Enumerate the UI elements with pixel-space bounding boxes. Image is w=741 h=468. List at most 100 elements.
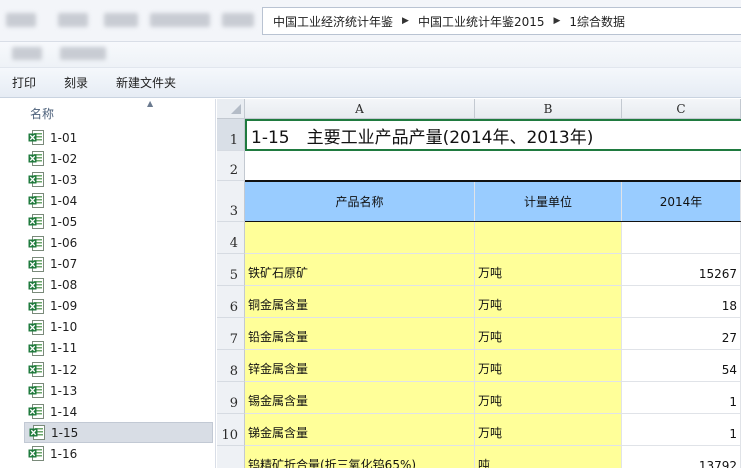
- value-2014-cell[interactable]: 54: [622, 350, 741, 382]
- blurred-region: [58, 13, 88, 27]
- excel-file-icon: [28, 446, 44, 462]
- value-2014-cell[interactable]: 1: [622, 382, 741, 414]
- unit-cell[interactable]: 万吨: [475, 350, 622, 382]
- file-list: 名称 ▲ 1-01 1-02 1-03 1-04 1-05 1-06 1-07 1-08 1-0…: [0, 99, 216, 468]
- row-header[interactable]: 8: [217, 350, 245, 382]
- file-item-label: 1-08: [50, 278, 78, 293]
- product-name-cell[interactable]: 钨精矿折合量(折三氧化钨65%): [245, 446, 475, 468]
- file-item-label: 1-02: [50, 151, 78, 166]
- value-2014-cell[interactable]: 1: [622, 414, 741, 446]
- unit-cell[interactable]: 万吨: [475, 414, 622, 446]
- product-name-cell[interactable]: 铁矿石原矿: [245, 254, 475, 286]
- file-item-label: 1-03: [50, 172, 78, 187]
- breadcrumb-item[interactable]: 1综合数据: [569, 13, 625, 30]
- file-item[interactable]: 1-13: [0, 380, 215, 401]
- excel-file-icon: [28, 151, 44, 167]
- value-2014-cell[interactable]: 27: [622, 318, 741, 350]
- header-unit-cell[interactable]: 计量单位: [475, 181, 622, 222]
- file-item[interactable]: 1-08: [0, 275, 215, 296]
- chevron-right-icon[interactable]: ▶: [402, 16, 409, 26]
- unit-cell[interactable]: 万吨: [475, 382, 622, 414]
- unit-cell[interactable]: 万吨: [475, 318, 622, 350]
- sheet-title-cell[interactable]: 1-15 主要工业产品产量(2014年、2013年): [245, 119, 741, 151]
- breadcrumb-item[interactable]: 中国工业经济统计年鉴: [273, 13, 393, 30]
- file-item-label: 1-04: [50, 193, 78, 208]
- file-item-label: 1-05: [50, 214, 78, 229]
- header-product-cell[interactable]: 产品名称: [245, 181, 475, 222]
- blurred-region: [150, 13, 210, 27]
- file-item[interactable]: 1-06: [0, 232, 215, 253]
- row-header[interactable]: [217, 446, 245, 468]
- print-button[interactable]: 打印: [12, 74, 36, 91]
- file-item[interactable]: 1-02: [0, 148, 215, 169]
- product-name-cell[interactable]: 锡金属含量: [245, 382, 475, 414]
- column-header-b[interactable]: B: [475, 99, 622, 119]
- header-top-border: [245, 180, 741, 182]
- file-item[interactable]: 1-01: [0, 127, 215, 148]
- excel-file-icon: [29, 425, 45, 441]
- header-year-cell[interactable]: 2014年: [622, 181, 741, 222]
- file-item-label: 1-15: [51, 425, 79, 440]
- row-header[interactable]: 5: [217, 254, 245, 286]
- product-name-cell[interactable]: 锑金属含量: [245, 414, 475, 446]
- file-item[interactable]: 1-15: [24, 422, 213, 444]
- name-column-header[interactable]: 名称 ▲: [0, 99, 215, 127]
- row-header[interactable]: 6: [217, 286, 245, 318]
- breadcrumb-item[interactable]: 中国工业统计年鉴2015: [418, 13, 545, 30]
- file-item[interactable]: 1-11: [0, 338, 215, 359]
- excel-file-icon: [28, 298, 44, 314]
- file-item-label: 1-16: [50, 446, 78, 461]
- unit-cell[interactable]: 万吨: [475, 286, 622, 318]
- file-item[interactable]: 1-09: [0, 296, 215, 317]
- file-item[interactable]: 1-05: [0, 211, 215, 232]
- burn-button[interactable]: 刻录: [64, 74, 88, 91]
- row-header[interactable]: 3: [217, 181, 245, 222]
- file-item-label: 1-09: [50, 299, 78, 314]
- new-folder-button[interactable]: 新建文件夹: [116, 74, 176, 91]
- file-item[interactable]: 1-03: [0, 169, 215, 190]
- excel-file-icon: [28, 172, 44, 188]
- product-name-cell[interactable]: 铅金属含量: [245, 318, 475, 350]
- excel-file-icon: [28, 383, 44, 399]
- product-name-cell[interactable]: 锌金属含量: [245, 350, 475, 382]
- chevron-right-icon[interactable]: ▶: [553, 16, 560, 26]
- empty-cell[interactable]: [622, 222, 741, 254]
- file-item-label: 1-12: [50, 362, 78, 377]
- excel-file-icon: [28, 256, 44, 272]
- unit-cell[interactable]: 吨: [475, 446, 622, 468]
- excel-file-icon: [28, 130, 44, 146]
- menu-band: [0, 42, 741, 68]
- file-item[interactable]: 1-07: [0, 254, 215, 275]
- row-header[interactable]: 1: [217, 119, 245, 151]
- blurred-region: [222, 13, 254, 27]
- file-item-label: 1-10: [50, 320, 78, 335]
- column-header-a[interactable]: A: [245, 99, 475, 119]
- empty-row[interactable]: [245, 151, 741, 181]
- file-item[interactable]: 1-14: [0, 401, 215, 422]
- file-item[interactable]: 1-04: [0, 190, 215, 211]
- row-header[interactable]: 9: [217, 382, 245, 414]
- row-header[interactable]: 4: [217, 222, 245, 254]
- file-item[interactable]: 1-16: [0, 443, 215, 464]
- row-header[interactable]: 2: [217, 151, 245, 181]
- empty-yellow-cell[interactable]: [245, 222, 475, 254]
- row-header[interactable]: 10: [217, 414, 245, 446]
- row-header[interactable]: 7: [217, 318, 245, 350]
- select-all-corner[interactable]: [217, 99, 245, 119]
- unit-cell[interactable]: 万吨: [475, 254, 622, 286]
- excel-file-icon: [28, 214, 44, 230]
- excel-file-icon: [28, 340, 44, 356]
- column-header-c[interactable]: C: [622, 99, 741, 119]
- value-2014-cell[interactable]: 18: [622, 286, 741, 318]
- blurred-region: [6, 13, 36, 27]
- blurred-region: [104, 13, 138, 27]
- product-name-cell[interactable]: 铜金属含量: [245, 286, 475, 318]
- value-2014-cell[interactable]: 15267: [622, 254, 741, 286]
- file-item[interactable]: 1-12: [0, 359, 215, 380]
- breadcrumb[interactable]: 中国工业经济统计年鉴 ▶ 中国工业统计年鉴2015 ▶ 1综合数据: [262, 7, 741, 35]
- file-item[interactable]: 1-10: [0, 317, 215, 338]
- value-2014-cell[interactable]: 13792: [622, 446, 741, 468]
- empty-yellow-cell[interactable]: [475, 222, 622, 254]
- excel-file-icon: [28, 277, 44, 293]
- file-item-label: 1-01: [50, 130, 78, 145]
